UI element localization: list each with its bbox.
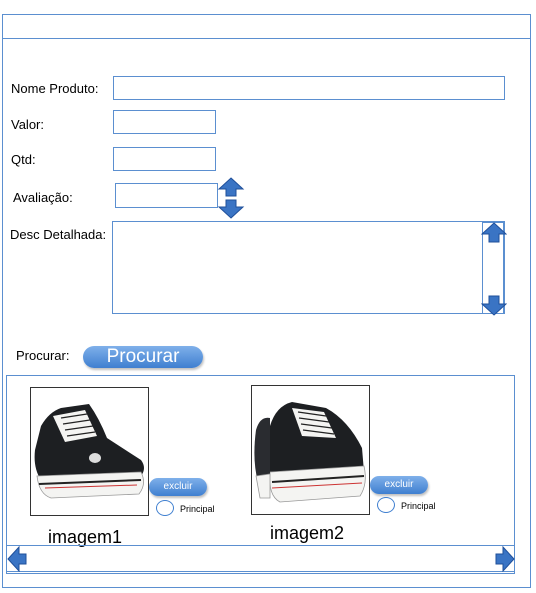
- valor-label: Valor:: [11, 117, 44, 132]
- principal-label-2: Principal: [401, 501, 436, 511]
- avaliacao-spinner: [217, 177, 245, 219]
- product-image-1[interactable]: [30, 387, 149, 516]
- avaliacao-label: Avaliação:: [13, 190, 73, 205]
- sneaker-side-view-icon: [34, 404, 144, 499]
- avaliacao-input[interactable]: [116, 184, 217, 207]
- qtd-field: [113, 147, 216, 171]
- avaliacao-field: [115, 183, 218, 208]
- title-bar: [2, 14, 531, 39]
- nome-produto-input[interactable]: [114, 77, 504, 99]
- valor-input[interactable]: [114, 111, 215, 133]
- procurar-button[interactable]: Procurar: [83, 346, 203, 368]
- excluir-button-1[interactable]: excluir: [149, 478, 207, 496]
- desc-detalhada-textarea[interactable]: [113, 222, 485, 317]
- principal-label-1: Principal: [180, 504, 215, 514]
- product-image-2[interactable]: [251, 385, 370, 515]
- scroll-right-arrow-icon[interactable]: [495, 546, 515, 572]
- desc-detalhada-field: [112, 221, 505, 317]
- scroll-up-arrow-icon[interactable]: [481, 222, 507, 244]
- qtd-label: Qtd:: [11, 152, 36, 167]
- scroll-left-arrow-icon[interactable]: [7, 546, 27, 572]
- sneaker-angled-view-icon: [254, 402, 366, 503]
- nome-produto-field: [113, 76, 505, 100]
- spinner-down-arrow-icon[interactable]: [217, 199, 245, 219]
- scroll-down-arrow-icon[interactable]: [481, 294, 507, 316]
- principal-radio-1[interactable]: [156, 500, 174, 516]
- gallery-horizontal-scrollbar[interactable]: [6, 545, 515, 572]
- qtd-input[interactable]: [114, 148, 215, 170]
- principal-radio-2[interactable]: [377, 497, 395, 513]
- image-caption-2: imagem2: [270, 523, 345, 543]
- nome-produto-label: Nome Produto:: [11, 81, 99, 96]
- spinner-up-arrow-icon[interactable]: [217, 177, 245, 197]
- valor-field: [113, 110, 216, 134]
- desc-detalhada-label: Desc Detalhada:: [10, 227, 107, 242]
- procurar-label: Procurar:: [16, 348, 70, 363]
- excluir-button-2[interactable]: excluir: [370, 476, 428, 494]
